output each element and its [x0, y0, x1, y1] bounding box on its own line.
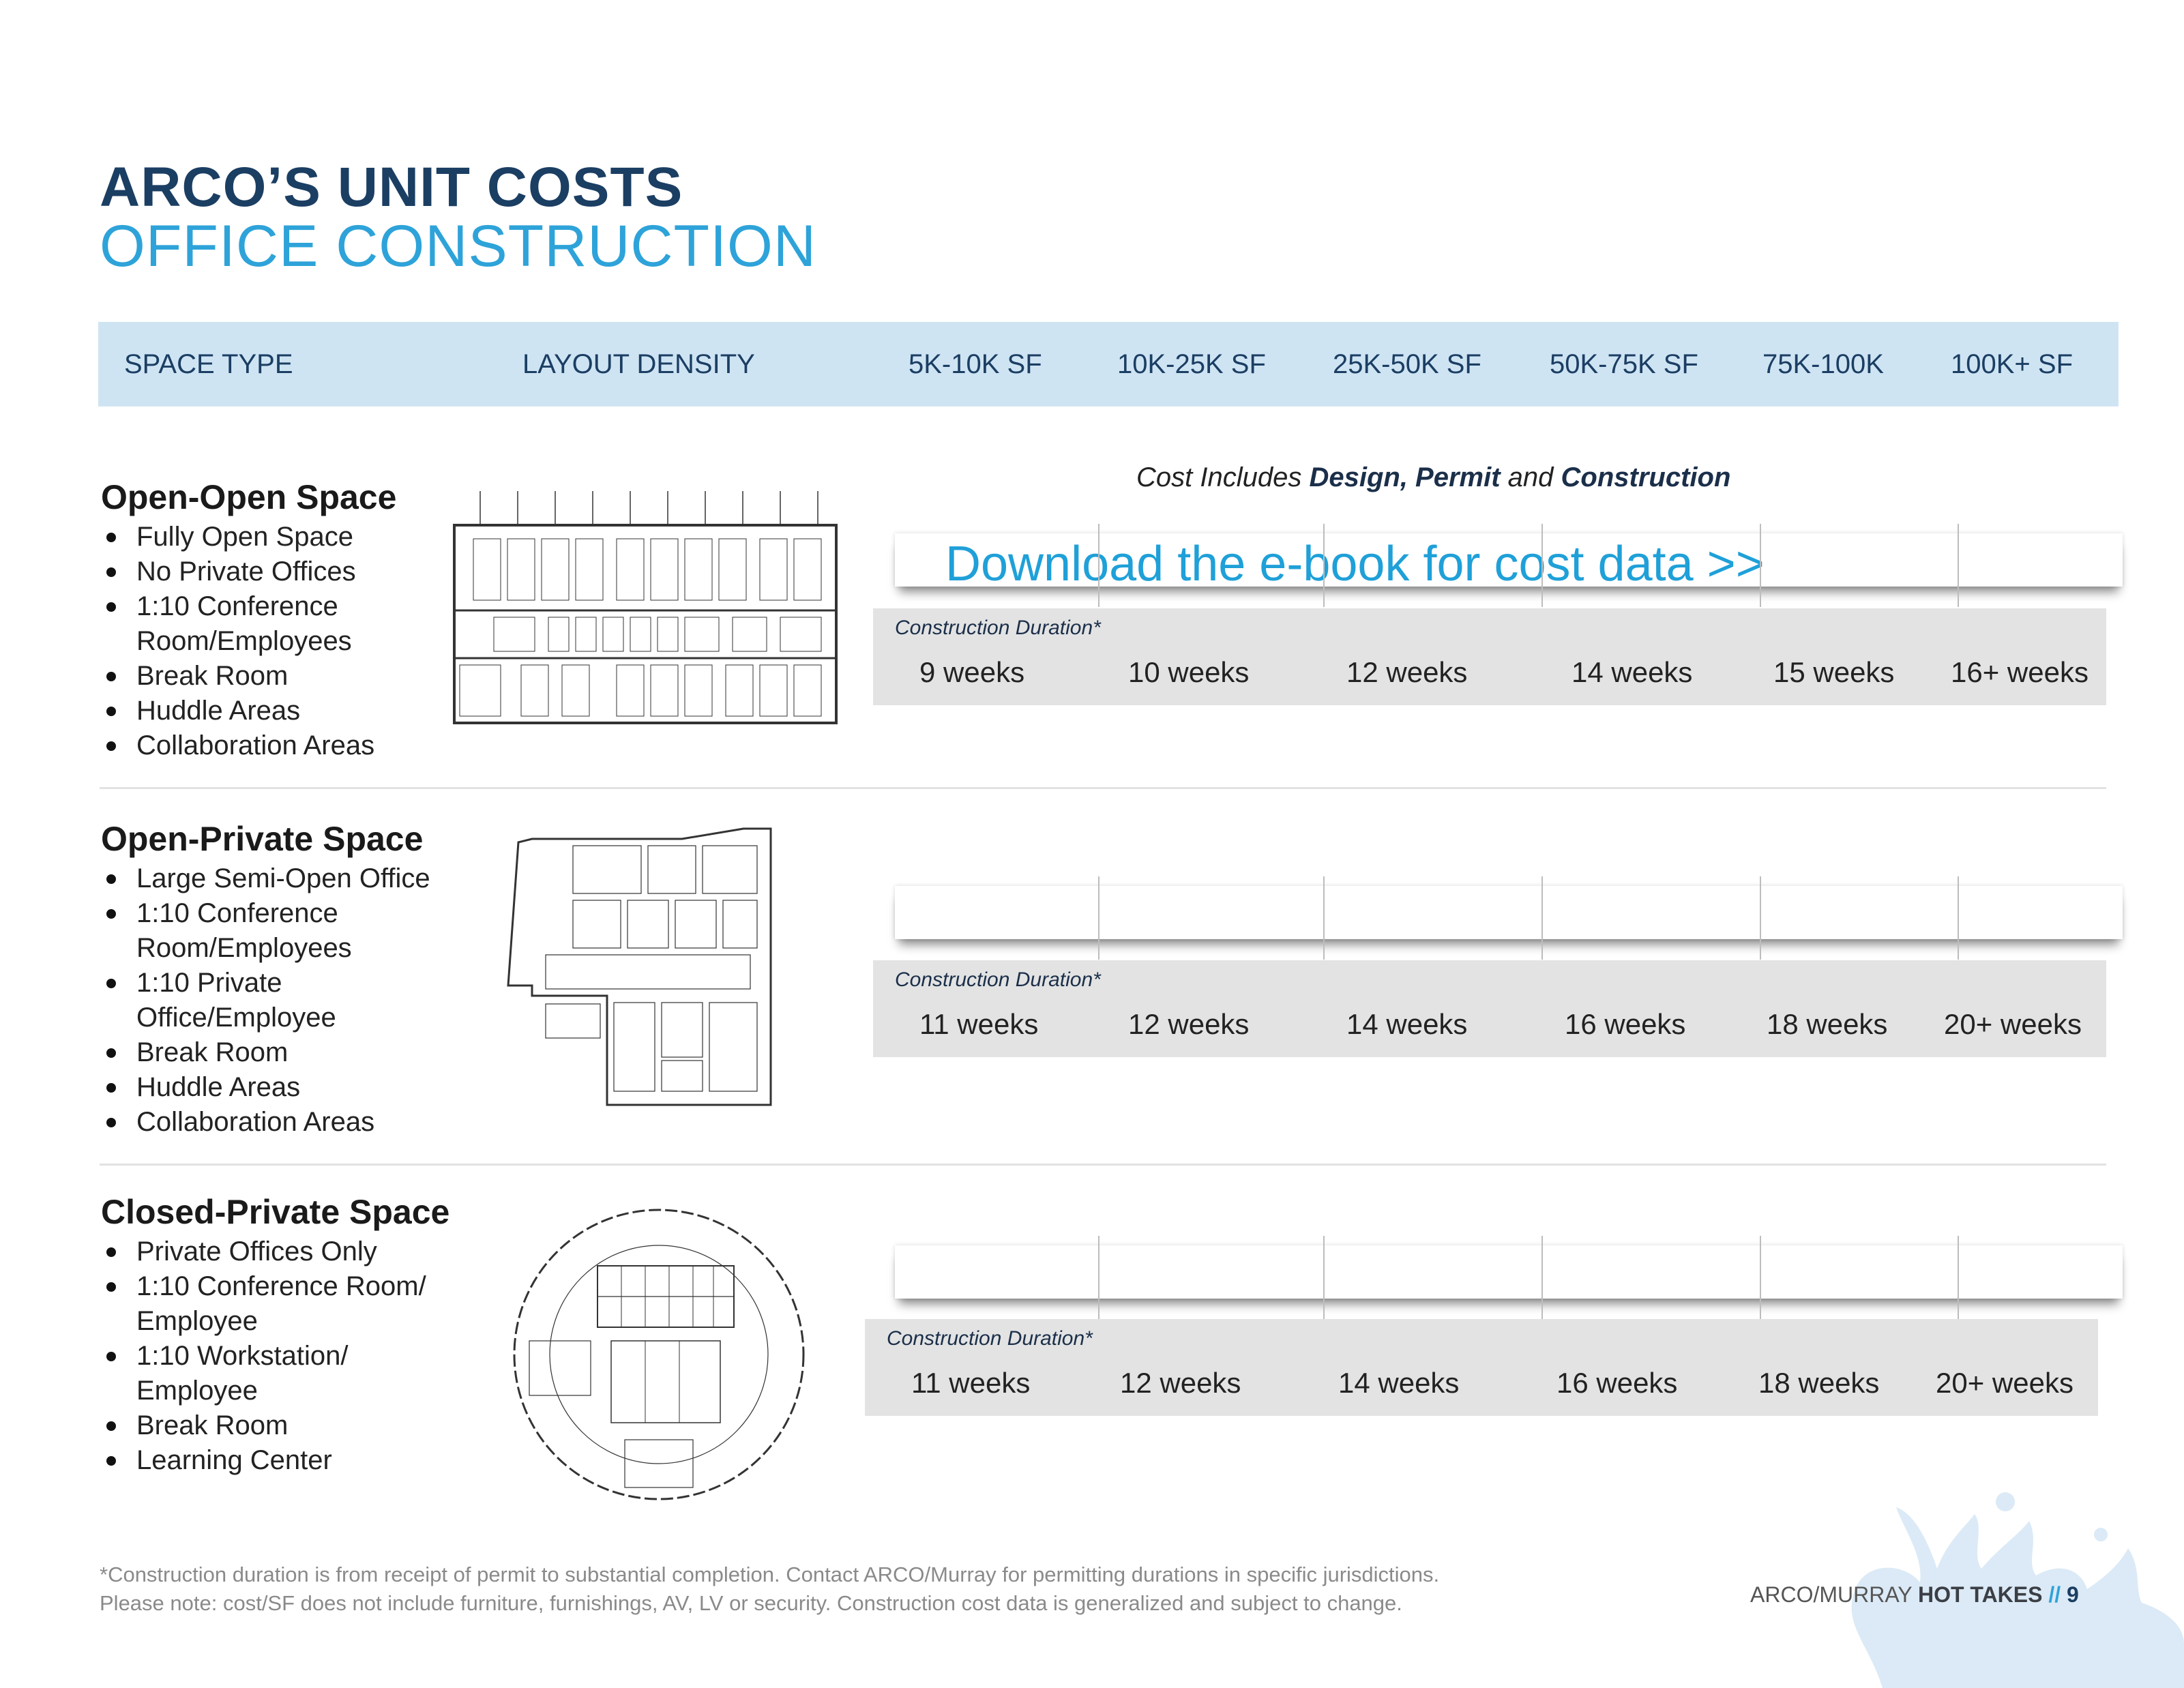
footnote: *Construction duration is from receipt o… [100, 1560, 1439, 1618]
download-ebook-link[interactable]: Download the e-book for cost data >> [945, 536, 1765, 592]
duration-value: 14 weeks [1571, 656, 1693, 688]
floor-plan-open-private [507, 827, 772, 1106]
section-title-closed-private: Closed-Private Space [101, 1193, 450, 1231]
list-item: 1:10 Conference Room/ Employee [101, 1269, 469, 1339]
header-5k-10k: 5K-10K SF [909, 349, 1042, 379]
list-item: Collaboration Areas [101, 1105, 483, 1140]
duration-band-open-open: Construction Duration* 9 weeks 10 weeks … [873, 608, 2106, 705]
features-list-open-private: Large Semi-Open Office 1:10 Conference R… [101, 861, 483, 1140]
cost-data-box-open-private [895, 876, 2123, 960]
duration-band-closed-private: Construction Duration* 11 weeks 12 weeks… [865, 1319, 2098, 1416]
list-item: Huddle Areas [101, 1070, 483, 1105]
list-item: No Private Offices [101, 554, 456, 589]
list-item: Break Room [101, 1035, 483, 1070]
duration-value: 18 weeks [1767, 1008, 1888, 1040]
duration-value: 16+ weeks [1951, 656, 2089, 688]
header-100k-plus: 100K+ SF [1951, 349, 2074, 379]
section-divider [100, 787, 2106, 789]
duration-value: 10 weeks [1128, 656, 1250, 688]
header-layout-density: LAYOUT DENSITY [522, 349, 755, 379]
cost-data-box-open-open: Download the e-book for cost data >> [895, 524, 2123, 607]
page-title: ARCO’S UNIT COSTS [100, 156, 683, 218]
section-title-open-private: Open-Private Space [101, 820, 424, 858]
features-list-closed-private: Private Offices Only 1:10 Conference Roo… [101, 1234, 469, 1478]
brand-company: ARCO/MURRAY [1750, 1582, 1913, 1607]
column-divider [1098, 524, 1100, 607]
duration-value: 16 weeks [1565, 1008, 1686, 1040]
list-item: Fully Open Space [101, 520, 456, 554]
duration-band-open-private: Construction Duration* 11 weeks 12 weeks… [873, 960, 2106, 1057]
column-divider [1323, 524, 1325, 607]
duration-value: 11 weeks [911, 1367, 1031, 1399]
header-75k-100k: 75K-100K [1762, 349, 1884, 379]
footnote-line-1: *Construction duration is from receipt o… [100, 1563, 1440, 1586]
page-subtitle: OFFICE CONSTRUCTION [100, 213, 816, 279]
list-item: 1:10 Conference Room/Employees [101, 589, 456, 659]
column-divider [1958, 1236, 1959, 1319]
duration-value: 11 weeks [919, 1008, 1039, 1040]
cost-includes-note: Cost Includes Design, Permit and Constru… [1136, 462, 1731, 492]
column-divider [1760, 876, 1761, 960]
duration-label: Construction Duration* [887, 1327, 1093, 1350]
column-divider [1958, 876, 1959, 960]
column-divider [1541, 876, 1543, 960]
list-item: Huddle Areas [101, 694, 456, 728]
header-25k-50k: 25K-50K SF [1333, 349, 1481, 379]
duration-value: 20+ weeks [1936, 1367, 2074, 1399]
duration-label: Construction Duration* [895, 617, 1101, 639]
section-title-open-open: Open-Open Space [101, 478, 397, 516]
duration-value: 14 weeks [1338, 1367, 1460, 1399]
duration-value: 12 weeks [1128, 1008, 1250, 1040]
section-divider [100, 1164, 2106, 1166]
cost-data-box-closed-private [895, 1236, 2123, 1319]
list-item: Large Semi-Open Office [101, 861, 483, 896]
duration-value: 16 weeks [1556, 1367, 1678, 1399]
column-divider [1760, 524, 1761, 607]
duration-value: 12 weeks [1120, 1367, 1241, 1399]
duration-value: 14 weeks [1346, 1008, 1468, 1040]
list-item: 1:10 Workstation/ Employee [101, 1339, 469, 1408]
brand-separator: // [2048, 1582, 2061, 1607]
duration-value: 18 weeks [1758, 1367, 1880, 1399]
list-item: Break Room [101, 1408, 469, 1443]
column-divider [1323, 1236, 1325, 1319]
duration-label: Construction Duration* [895, 968, 1101, 991]
features-list-open-open: Fully Open Space No Private Offices 1:10… [101, 520, 456, 763]
list-item: Private Offices Only [101, 1234, 469, 1269]
column-divider [1958, 524, 1959, 607]
duration-value: 15 weeks [1773, 656, 1895, 688]
floor-plan-closed-private [513, 1209, 805, 1500]
duration-value: 12 weeks [1346, 656, 1468, 688]
column-divider [1098, 1236, 1100, 1319]
column-divider [1541, 524, 1543, 607]
footnote-line-2: Please note: cost/SF does not include fu… [100, 1591, 1402, 1615]
column-divider [1541, 1236, 1543, 1319]
table-header: SPACE TYPE LAYOUT DENSITY 5K-10K SF 10K-… [98, 322, 2119, 406]
footer-brand: ARCO/MURRAY HOT TAKES // 9 [1750, 1582, 2079, 1608]
header-space-type: SPACE TYPE [124, 349, 293, 379]
list-item: 1:10 Private Office/Employee [101, 966, 483, 1035]
column-divider [1760, 1236, 1761, 1319]
page-number: 9 [2067, 1582, 2079, 1607]
duration-value: 20+ weeks [1944, 1008, 2082, 1040]
header-10k-25k: 10K-25K SF [1117, 349, 1266, 379]
list-item: Collaboration Areas [101, 728, 456, 763]
list-item: 1:10 Conference Room/Employees [101, 896, 483, 966]
brand-publication: HOT TAKES [1917, 1582, 2043, 1607]
list-item: Break Room [101, 659, 456, 694]
floor-plan-open-open [453, 491, 838, 724]
column-divider [1323, 876, 1325, 960]
header-50k-75k: 50K-75K SF [1550, 349, 1698, 379]
column-divider [1098, 876, 1100, 960]
list-item: Learning Center [101, 1443, 469, 1478]
duration-value: 9 weeks [919, 656, 1025, 688]
